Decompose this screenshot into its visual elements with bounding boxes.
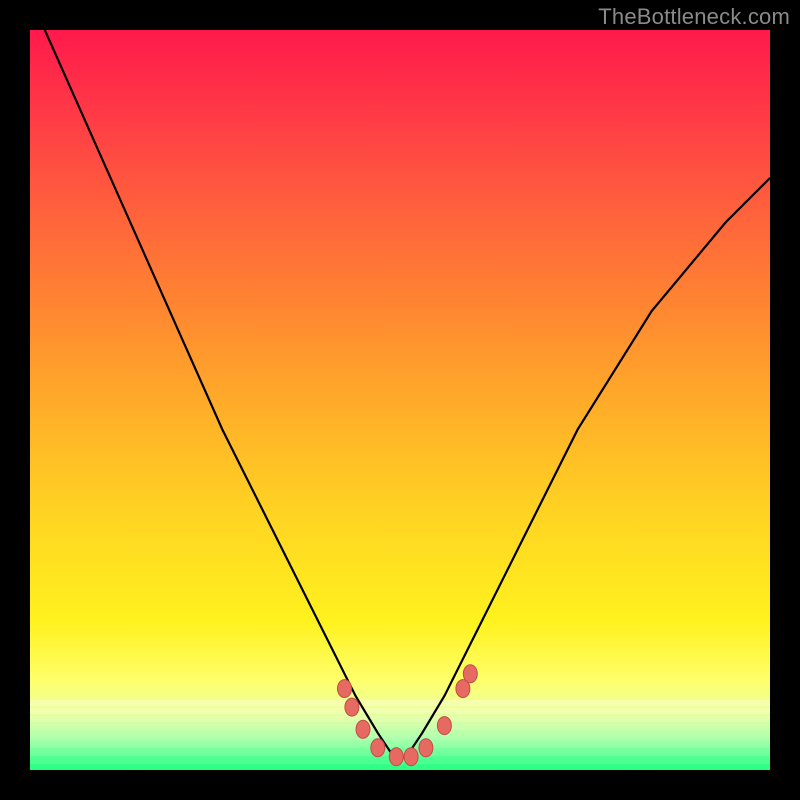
curve-marker xyxy=(463,665,477,683)
curve-marker xyxy=(356,720,370,738)
curve-marker xyxy=(389,748,403,766)
plot-svg xyxy=(30,30,770,770)
curve-marker xyxy=(404,748,418,766)
curve-marker xyxy=(345,698,359,716)
curve-marker xyxy=(338,680,352,698)
curve-marker xyxy=(419,739,433,757)
curve-marker xyxy=(371,739,385,757)
curve-markers xyxy=(338,665,478,766)
watermark-text: TheBottleneck.com xyxy=(598,4,790,30)
curve-marker xyxy=(437,717,451,735)
chart-frame: TheBottleneck.com xyxy=(0,0,800,800)
bottleneck-curve xyxy=(45,30,770,759)
